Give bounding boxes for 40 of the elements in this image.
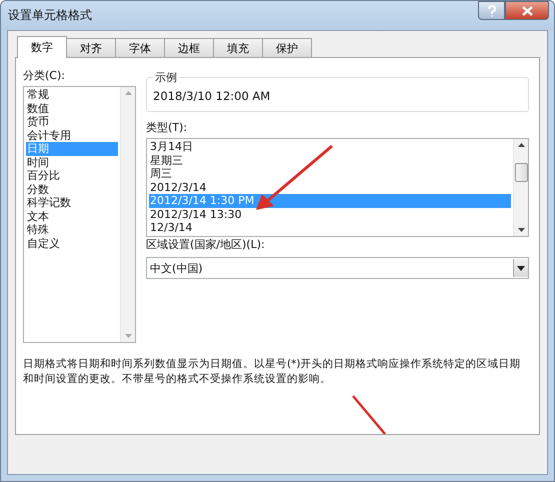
category-item[interactable]: 常规: [26, 88, 118, 102]
tab[interactable]: 保护: [262, 38, 312, 57]
tab[interactable]: 字体: [115, 38, 165, 57]
help-button[interactable]: [478, 1, 505, 20]
category-item[interactable]: 特殊: [26, 223, 118, 236]
scroll-up-icon[interactable]: [518, 143, 524, 147]
type-label: 类型(T):: [146, 120, 188, 135]
window-title: 设置单元格格式: [8, 7, 92, 24]
category-item[interactable]: 自定义: [26, 236, 118, 250]
scroll-down-icon[interactable]: [518, 228, 524, 232]
category-item[interactable]: 货币: [26, 115, 118, 128]
scroll-thumb[interactable]: [514, 163, 528, 182]
scrollbar[interactable]: [513, 139, 528, 236]
tab[interactable]: 对齐: [66, 38, 116, 57]
tab[interactable]: 数字: [17, 36, 67, 58]
tab[interactable]: 填充: [213, 38, 263, 57]
type-item[interactable]: 2012/3/14: [149, 180, 511, 194]
description-text: 日期格式将日期和时间系列数值显示为日期值。以星号(*)开头的日期格式响应操作系统特定的区域日期和时间设置的更改。不带星号的格式不受操作系统设置的影响。: [23, 357, 522, 387]
sample-value: 2018/3/10 12:00 AM: [153, 89, 270, 103]
category-item[interactable]: 文本: [26, 210, 118, 223]
dropdown-caret-icon: [517, 266, 525, 270]
close-button[interactable]: [505, 1, 549, 20]
locale-label: 区域设置(国家/地区)(L):: [146, 237, 266, 252]
type-item[interactable]: 星期三: [149, 154, 511, 167]
type-item[interactable]: 周三: [149, 167, 511, 180]
category-label: 分类(C):: [23, 68, 66, 83]
locale-dropdown[interactable]: 中文(中国): [146, 257, 529, 279]
category-item[interactable]: 时间: [26, 156, 118, 169]
category-item[interactable]: 科学记数: [26, 196, 118, 210]
tab[interactable]: 边框: [164, 38, 214, 57]
type-item[interactable]: 2012/3/14 13:30: [149, 208, 511, 221]
category-item[interactable]: 会计专用: [26, 128, 118, 142]
close-icon: [522, 6, 532, 16]
type-item[interactable]: 12/3/14: [149, 221, 511, 234]
help-icon: [486, 4, 496, 16]
sample-title: 示例: [154, 70, 178, 85]
type-item[interactable]: 3月14日: [149, 140, 511, 154]
category-item[interactable]: 数值: [26, 102, 118, 115]
category-item[interactable]: 百分比: [26, 169, 118, 182]
category-item[interactable]: 分数: [26, 182, 118, 196]
